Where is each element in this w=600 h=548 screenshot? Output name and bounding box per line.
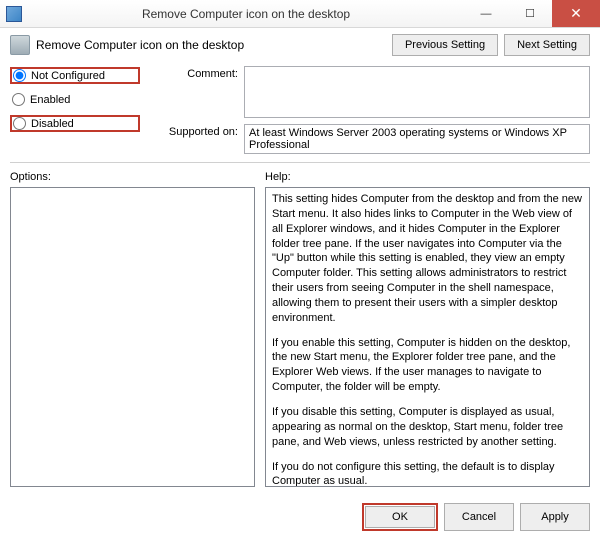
state-radio-group: Not Configured Enabled Disabled: [10, 66, 140, 154]
window-title: Remove Computer icon on the desktop: [28, 7, 464, 21]
app-icon: [6, 6, 22, 22]
title-bar: Remove Computer icon on the desktop — ☐ …: [0, 0, 600, 28]
help-paragraph: If you do not configure this setting, th…: [272, 460, 583, 488]
maximize-button[interactable]: ☐: [508, 0, 552, 27]
options-panel: [10, 187, 255, 487]
apply-button[interactable]: Apply: [520, 503, 590, 531]
radio-enabled-label: Enabled: [30, 94, 70, 106]
ok-button[interactable]: OK: [365, 506, 435, 528]
supported-on-value: At least Windows Server 2003 operating s…: [244, 124, 590, 154]
ok-highlight: OK: [362, 503, 438, 531]
minimize-button[interactable]: —: [464, 0, 508, 27]
radio-disabled-input[interactable]: [13, 117, 26, 130]
radio-not-configured-label: Not Configured: [31, 70, 105, 82]
help-paragraph: If you disable this setting, Computer is…: [272, 405, 583, 450]
radio-enabled-input[interactable]: [12, 93, 25, 106]
radio-disabled[interactable]: Disabled: [10, 115, 140, 132]
next-setting-button[interactable]: Next Setting: [504, 34, 590, 56]
previous-setting-button[interactable]: Previous Setting: [392, 34, 498, 56]
close-button[interactable]: ✕: [552, 0, 600, 27]
supported-on-label: Supported on:: [158, 124, 238, 138]
header-row: Remove Computer icon on the desktop Prev…: [10, 34, 590, 56]
radio-not-configured-input[interactable]: [13, 69, 26, 82]
help-paragraph: This setting hides Computer from the des…: [272, 192, 583, 326]
setting-icon: [10, 35, 30, 55]
help-label: Help:: [265, 171, 590, 183]
radio-not-configured[interactable]: Not Configured: [10, 67, 140, 84]
help-panel[interactable]: This setting hides Computer from the des…: [265, 187, 590, 487]
comment-label: Comment:: [158, 66, 238, 80]
radio-enabled[interactable]: Enabled: [10, 92, 140, 107]
cancel-button[interactable]: Cancel: [444, 503, 514, 531]
setting-title: Remove Computer icon on the desktop: [36, 38, 386, 52]
comment-input[interactable]: [244, 66, 590, 118]
help-paragraph: If you enable this setting, Computer is …: [272, 336, 583, 395]
radio-disabled-label: Disabled: [31, 118, 74, 130]
window-controls: — ☐ ✕: [464, 0, 600, 27]
dialog-footer: OK Cancel Apply: [0, 495, 600, 539]
options-label: Options:: [10, 171, 255, 183]
